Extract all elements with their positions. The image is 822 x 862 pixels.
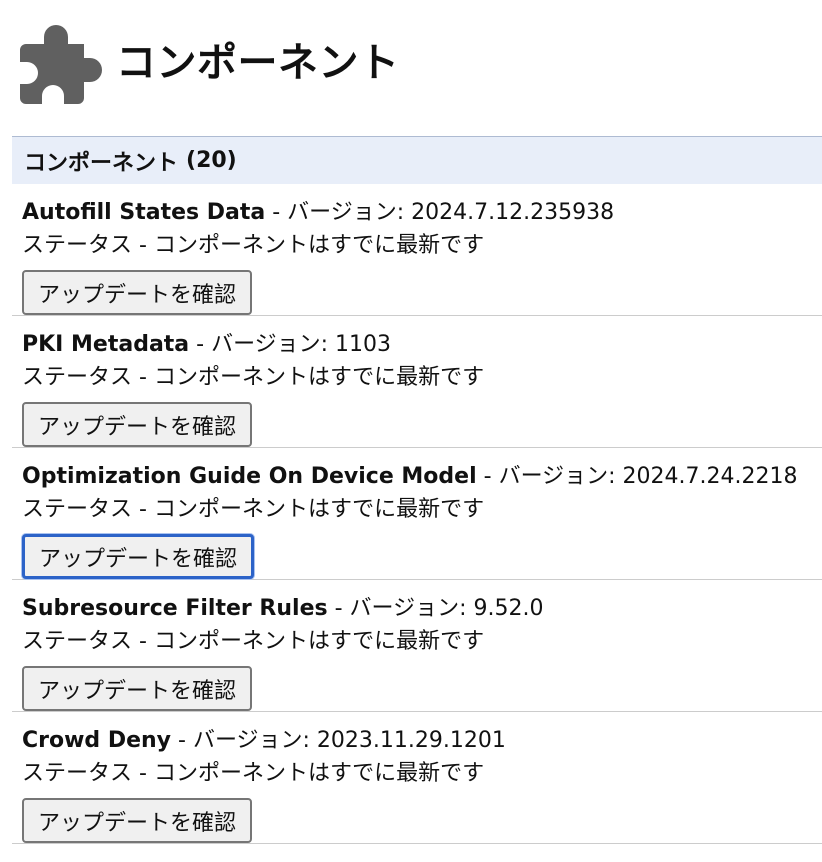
component-title-line: PKI Metadata - バージョン: 1103: [22, 332, 391, 358]
check-for-update-button[interactable]: アップデートを確認: [22, 402, 253, 447]
check-for-update-button[interactable]: アップデートを確認: [22, 534, 255, 579]
component-version: 2024.7.24.2218: [622, 464, 798, 489]
component-status-line: ステータス - コンポーネントはすでに最新です: [22, 761, 484, 787]
version-label: - バージョン:: [476, 464, 623, 489]
component-status: コンポーネントはすでに最新です: [153, 761, 485, 786]
check-for-update-button[interactable]: アップデートを確認: [22, 666, 253, 711]
component-status: コンポーネントはすでに最新です: [153, 233, 485, 258]
component-row: PKI Metadata - バージョン: 1103 ステータス - コンポーネ…: [12, 316, 822, 448]
component-name: PKI Metadata: [22, 332, 190, 357]
component-status-line: ステータス - コンポーネントはすでに最新です: [22, 365, 484, 391]
component-name: Subresource Filter Rules: [22, 596, 328, 621]
component-status: コンポーネントはすでに最新です: [153, 365, 485, 390]
page-header: コンポーネント: [18, 20, 400, 106]
status-label: ステータス -: [22, 365, 154, 390]
component-title-line: Subresource Filter Rules - バージョン: 9.52.0: [22, 596, 543, 622]
component-status: コンポーネントはすでに最新です: [153, 629, 485, 654]
component-count: (20): [186, 148, 237, 173]
component-list: Autofill States Data - バージョン: 2024.7.12.…: [12, 184, 822, 844]
component-title-line: Optimization Guide On Device Model - バージ…: [22, 464, 797, 490]
status-label: ステータス -: [22, 233, 154, 258]
version-label: - バージョン:: [265, 200, 412, 225]
section-label: コンポーネント: [24, 150, 179, 176]
version-label: - バージョン:: [327, 596, 474, 621]
component-version: 1103: [335, 332, 392, 357]
component-name: Optimization Guide On Device Model: [22, 464, 477, 489]
component-row: Subresource Filter Rules - バージョン: 9.52.0…: [12, 580, 822, 712]
version-label: - バージョン:: [189, 332, 336, 357]
component-row: Crowd Deny - バージョン: 2023.11.29.1201 ステータ…: [12, 712, 822, 844]
status-label: ステータス -: [22, 761, 154, 786]
page-title: コンポーネント: [116, 40, 400, 86]
component-title-line: Crowd Deny - バージョン: 2023.11.29.1201: [22, 728, 506, 754]
check-for-update-button[interactable]: アップデートを確認: [22, 798, 253, 843]
component-name: Crowd Deny: [22, 728, 172, 753]
component-status: コンポーネントはすでに最新です: [153, 497, 485, 522]
component-row: Autofill States Data - バージョン: 2024.7.12.…: [12, 184, 822, 316]
check-for-update-button[interactable]: アップデートを確認: [22, 270, 253, 315]
component-status-line: ステータス - コンポーネントはすでに最新です: [22, 629, 484, 655]
component-status-line: ステータス - コンポーネントはすでに最新です: [22, 233, 484, 259]
version-label: - バージョン:: [171, 728, 317, 753]
status-label: ステータス -: [22, 629, 154, 654]
component-version: 2023.11.29.1201: [316, 728, 506, 753]
puzzle-piece-icon: [20, 25, 102, 104]
components-section-header: コンポーネント (20): [12, 136, 822, 184]
status-label: ステータス -: [22, 497, 154, 522]
component-title-line: Autofill States Data - バージョン: 2024.7.12.…: [22, 200, 614, 226]
component-version: 2024.7.12.235938: [411, 200, 615, 225]
component-row: Optimization Guide On Device Model - バージ…: [12, 448, 822, 580]
component-status-line: ステータス - コンポーネントはすでに最新です: [22, 497, 484, 523]
component-version: 9.52.0: [473, 596, 544, 621]
component-name: Autofill States Data: [22, 200, 266, 225]
